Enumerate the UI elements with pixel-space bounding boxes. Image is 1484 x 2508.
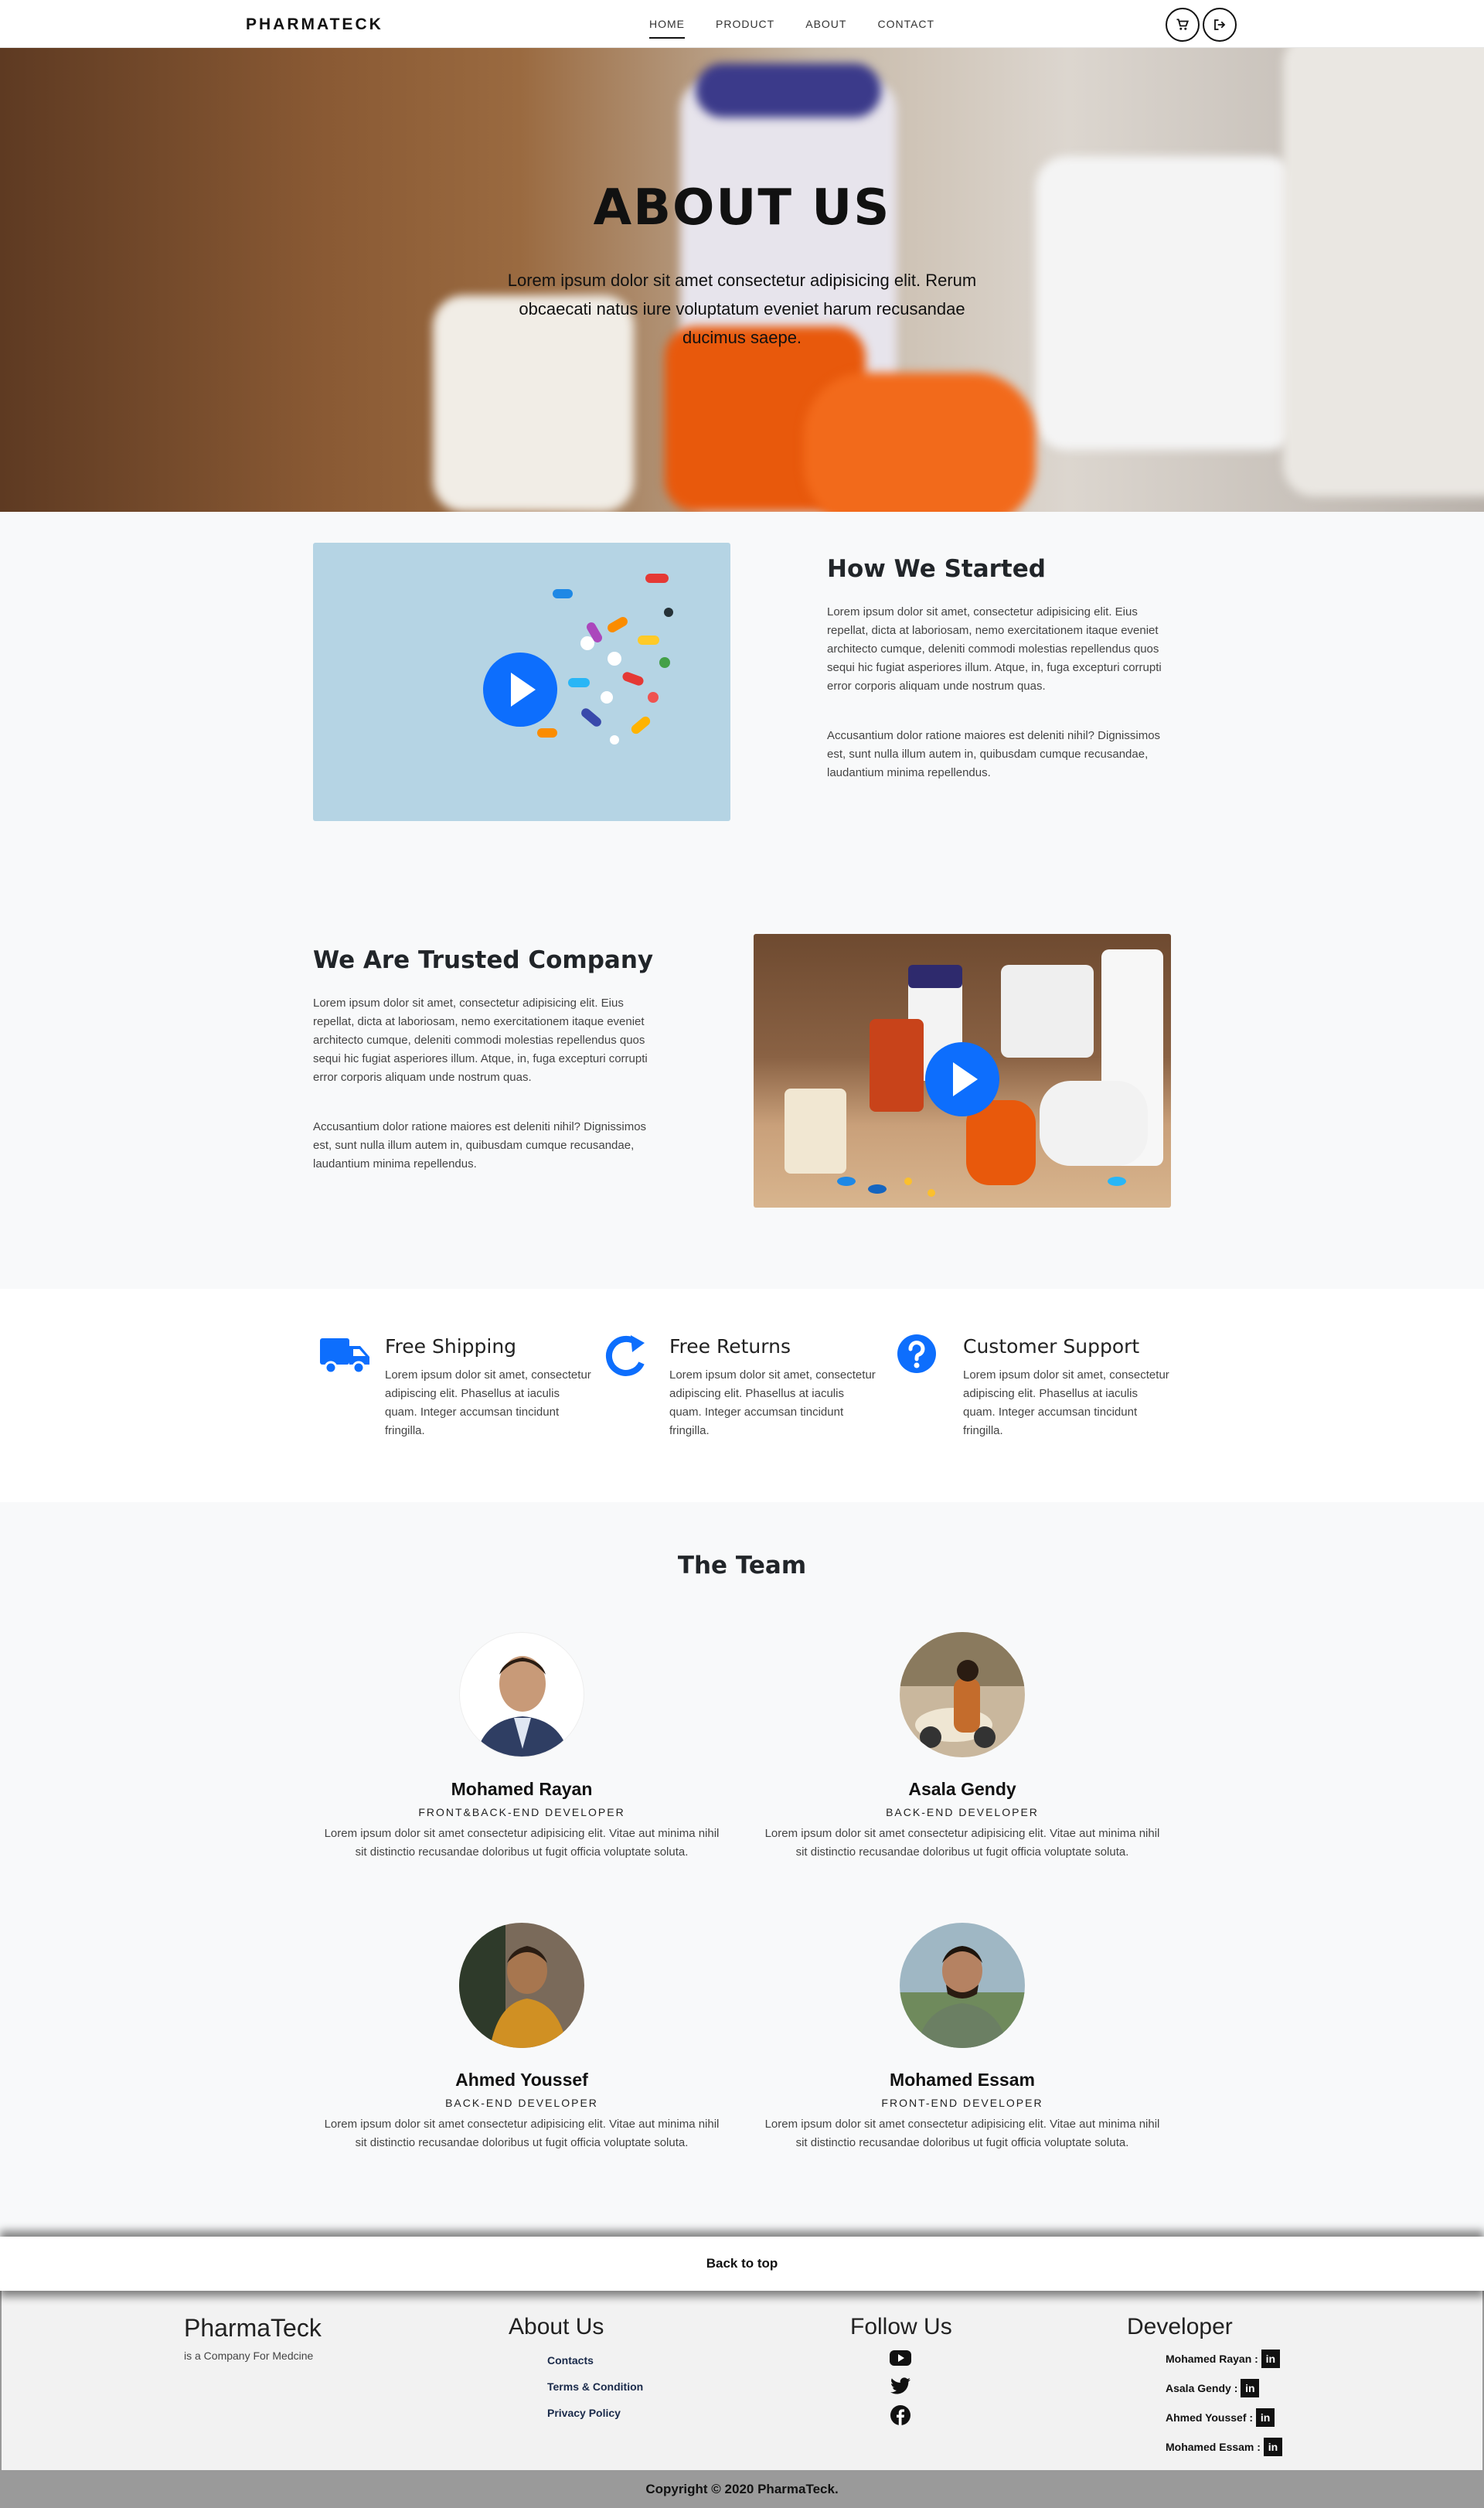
developer-row: Mohamed Rayan : in bbox=[1166, 2350, 1280, 2368]
footer-tagline: is a Company For Medcine bbox=[184, 2350, 314, 2362]
linkedin-icon[interactable]: in bbox=[1256, 2408, 1275, 2427]
member-role: FRONT&BACK-END DEVELOPER bbox=[418, 1806, 625, 1818]
team-member-card: Asala Gendy BACK-END DEVELOPER Lorem ips… bbox=[761, 1632, 1163, 1862]
member-role: BACK-END DEVELOPER bbox=[886, 1806, 1039, 1818]
trusted-p1: Lorem ipsum dolor sit amet, consectetur … bbox=[313, 997, 648, 1084]
hero-banner: ABOUT US Lorem ipsum dolor sit amet cons… bbox=[0, 48, 1484, 512]
medicine-video[interactable] bbox=[754, 934, 1171, 1208]
how-started-p1: Lorem ipsum dolor sit amet, consectetur … bbox=[827, 605, 1162, 693]
footer-privacy-link[interactable]: Privacy Policy bbox=[547, 2407, 621, 2419]
avatar bbox=[900, 1923, 1025, 2048]
twitter-icon bbox=[890, 2377, 910, 2394]
team-member-card: Mohamed Essam FRONT-END DEVELOPER Lorem … bbox=[761, 1923, 1163, 2152]
developer-name: Mohamed Rayan : bbox=[1166, 2353, 1258, 2365]
back-to-top-button[interactable]: Back to top bbox=[0, 2237, 1484, 2291]
member-description: Lorem ipsum dolor sit amet consectetur a… bbox=[764, 2118, 1160, 2149]
bottle-cap-shape bbox=[696, 63, 881, 118]
team-member-card: Mohamed Rayan FRONT&BACK-END DEVELOPER L… bbox=[321, 1632, 723, 1862]
avatar-portrait bbox=[900, 1632, 1025, 1748]
how-started-p2: Accusantium dolor ratione maiores est de… bbox=[827, 729, 1161, 779]
youtube-link[interactable] bbox=[889, 2346, 912, 2370]
twitter-link[interactable] bbox=[889, 2374, 912, 2397]
linkedin-icon[interactable]: in bbox=[1261, 2350, 1280, 2368]
member-name: Mohamed Essam bbox=[890, 2070, 1035, 2090]
footer-contacts-link[interactable]: Contacts bbox=[547, 2354, 594, 2367]
linkedin-icon[interactable]: in bbox=[1241, 2379, 1260, 2397]
play-button[interactable] bbox=[925, 1042, 999, 1116]
trusted-p2: Accusantium dolor ratione maiores est de… bbox=[313, 1120, 647, 1171]
nav-contact-link[interactable]: CONTACT bbox=[862, 0, 950, 48]
signout-button[interactable] bbox=[1203, 8, 1237, 42]
developer-name: Mohamed Essam : bbox=[1166, 2441, 1261, 2453]
nav-about-link[interactable]: ABOUT bbox=[790, 0, 862, 48]
footer-about-title: About Us bbox=[509, 2314, 604, 2339]
sign-out-icon bbox=[1214, 19, 1226, 30]
member-role: BACK-END DEVELOPER bbox=[445, 2097, 598, 2109]
copyright-bar: Copyright © 2020 PharmaTeck. bbox=[0, 2470, 1484, 2508]
developer-row: Ahmed Youssef : in bbox=[1166, 2408, 1275, 2427]
question-circle-icon bbox=[897, 1334, 936, 1373]
hero-text: Lorem ipsum dolor sit amet consectetur a… bbox=[507, 271, 977, 347]
member-name: Asala Gendy bbox=[908, 1779, 1016, 1799]
nav-icons bbox=[1166, 8, 1237, 42]
member-name: Mohamed Rayan bbox=[451, 1779, 593, 1799]
feature-text: Lorem ipsum dolor sit amet, consectetur … bbox=[963, 1368, 1169, 1437]
footer-follow-title: Follow Us bbox=[850, 2314, 952, 2339]
member-role: FRONT-END DEVELOPER bbox=[881, 2097, 1043, 2109]
member-description: Lorem ipsum dolor sit amet consectetur a… bbox=[764, 1827, 1160, 1859]
avatar-portrait bbox=[475, 1656, 570, 1757]
feature-title: Free Shipping bbox=[385, 1335, 517, 1358]
cart-icon bbox=[1176, 19, 1190, 30]
hero-title: ABOUT US bbox=[593, 179, 891, 237]
member-description: Lorem ipsum dolor sit amet consectetur a… bbox=[324, 2118, 720, 2149]
bottle-cap-orange-shape bbox=[804, 373, 1036, 512]
how-started-title: How We Started bbox=[827, 555, 1046, 583]
feature-text: Lorem ipsum dolor sit amet, consectetur … bbox=[385, 1368, 591, 1437]
redo-icon bbox=[605, 1335, 645, 1376]
footer-terms-link[interactable]: Terms & Condition bbox=[547, 2380, 643, 2393]
features-section: Free Shipping Lorem ipsum dolor sit amet… bbox=[0, 1289, 1484, 1502]
feature-text: Lorem ipsum dolor sit amet, consectetur … bbox=[669, 1368, 876, 1437]
feature-title: Free Returns bbox=[669, 1335, 791, 1358]
about-section: How We Started Lorem ipsum dolor sit ame… bbox=[0, 512, 1484, 1289]
cart-button[interactable] bbox=[1166, 8, 1200, 42]
feature-title: Customer Support bbox=[963, 1335, 1140, 1358]
avatar-portrait bbox=[459, 1923, 567, 2048]
youtube-icon bbox=[890, 2350, 911, 2366]
bottle-shape bbox=[1283, 48, 1484, 496]
developer-name: Asala Gendy : bbox=[1166, 2382, 1238, 2394]
avatar bbox=[459, 1923, 584, 2048]
footer-brand: PharmaTeck bbox=[184, 2314, 322, 2342]
pills-video[interactable] bbox=[313, 543, 730, 821]
truck-icon bbox=[320, 1338, 369, 1375]
developer-row: Mohamed Essam : in bbox=[1166, 2438, 1282, 2456]
team-member-card: Ahmed Youssef BACK-END DEVELOPER Lorem i… bbox=[321, 1923, 723, 2152]
avatar bbox=[459, 1632, 584, 1757]
team-title: The Team bbox=[677, 1552, 807, 1579]
nav-home-link[interactable]: HOME bbox=[634, 0, 700, 48]
avatar bbox=[900, 1632, 1025, 1757]
avatar-portrait bbox=[900, 1946, 1025, 2048]
brand-logo[interactable]: PHARMATECK bbox=[246, 15, 383, 34]
footer-developer-title: Developer bbox=[1127, 2314, 1233, 2339]
play-button[interactable] bbox=[483, 653, 557, 727]
navbar: PHARMATECK HOME PRODUCT ABOUT CONTACT bbox=[0, 0, 1484, 48]
trusted-title: We Are Trusted Company bbox=[313, 946, 654, 974]
member-name: Ahmed Youssef bbox=[455, 2070, 588, 2090]
linkedin-icon[interactable]: in bbox=[1263, 2438, 1282, 2456]
facebook-link[interactable] bbox=[889, 2404, 912, 2427]
developer-name: Ahmed Youssef : bbox=[1166, 2411, 1254, 2424]
developer-row: Asala Gendy : in bbox=[1166, 2379, 1260, 2397]
nav-links: HOME PRODUCT ABOUT CONTACT bbox=[634, 0, 950, 48]
member-description: Lorem ipsum dolor sit amet consectetur a… bbox=[324, 1827, 720, 1859]
footer: PharmaTeck is a Company For Medcine Abou… bbox=[0, 2291, 1484, 2470]
facebook-icon bbox=[890, 2405, 910, 2425]
team-section: The Team Mohamed Rayan FRONT&BACK-END DE… bbox=[0, 1502, 1484, 2237]
nav-product-link[interactable]: PRODUCT bbox=[700, 0, 790, 48]
